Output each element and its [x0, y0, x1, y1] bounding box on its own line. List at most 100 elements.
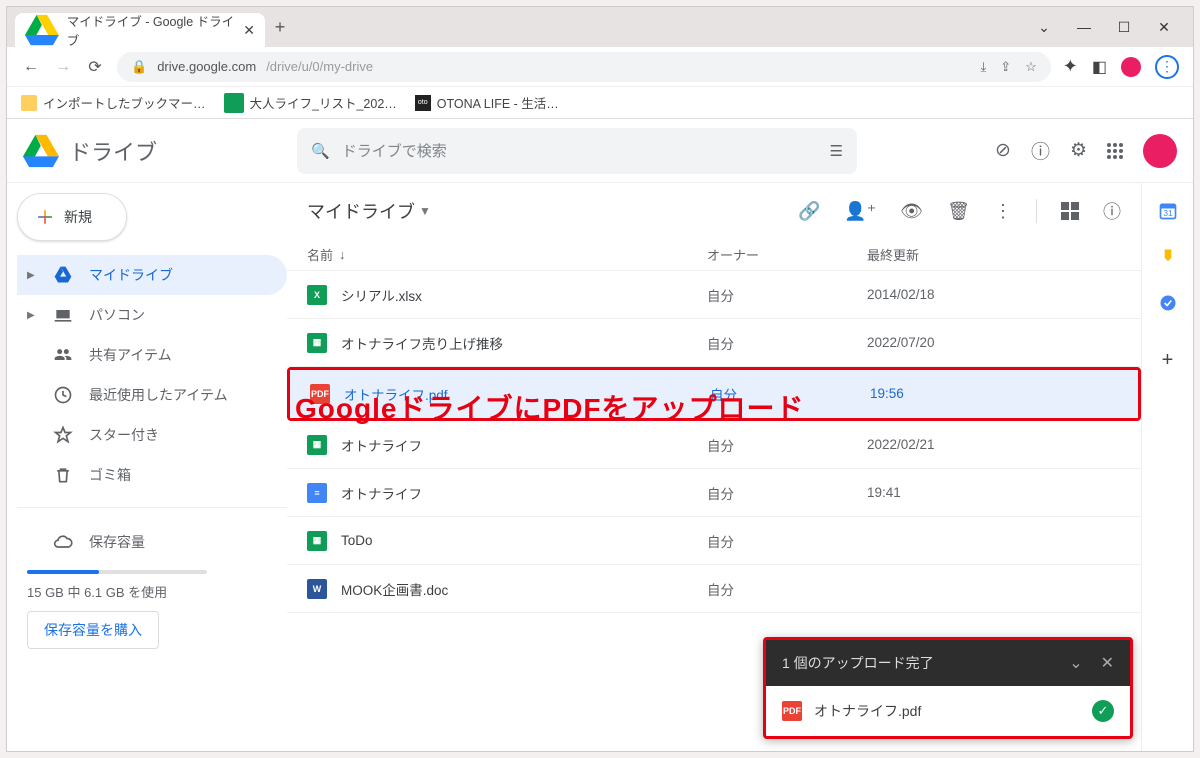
file-name: MOOK企画書.doc: [341, 579, 448, 599]
account-avatar[interactable]: [1143, 134, 1177, 168]
window-close-icon[interactable]: ✕: [1155, 19, 1173, 36]
column-owner[interactable]: オーナー: [707, 245, 867, 264]
new-button[interactable]: 新規: [17, 193, 127, 241]
file-modified: 2014/02/18: [867, 287, 1121, 302]
sidebar-item-storage[interactable]: 保存容量: [27, 522, 287, 562]
tasks-icon[interactable]: [1158, 293, 1178, 313]
tab-close-icon[interactable]: ✕: [243, 22, 255, 39]
calendar-icon[interactable]: 31: [1158, 201, 1178, 221]
upload-toast: 1 個のアップロード完了 ⌄ ✕ PDF オトナライフ.pdf ✓: [763, 637, 1133, 739]
search-placeholder: ドライブで検索: [342, 140, 447, 161]
toast-collapse-icon[interactable]: ⌄: [1069, 653, 1082, 673]
xlsx-icon: X: [307, 285, 327, 305]
reload-button[interactable]: ⟳: [85, 57, 105, 77]
chevron-right-icon[interactable]: ▶: [27, 310, 37, 321]
file-owner: 自分: [707, 333, 867, 353]
file-row[interactable]: ≡オトナライフ自分19:41: [287, 469, 1141, 517]
addons-plus-icon[interactable]: +: [1162, 349, 1174, 372]
file-row[interactable]: ▦オトナライフ売り上げ推移自分2022/07/20: [287, 319, 1141, 367]
storage-section: 保存容量 15 GB 中 6.1 GB を使用 保存容量を購入: [17, 507, 287, 649]
buy-storage-button[interactable]: 保存容量を購入: [27, 611, 159, 649]
file-row[interactable]: WMOOK企画書.doc自分: [287, 565, 1141, 613]
svg-text:31: 31: [1163, 208, 1173, 218]
bookmark-item[interactable]: otoOTONA LIFE - 生活…: [415, 93, 559, 112]
sort-arrow-icon: ↓: [339, 247, 346, 262]
drive-favicon: [25, 12, 59, 48]
ready-offline-icon[interactable]: ⊘: [995, 139, 1011, 162]
lock-icon: 🔒: [131, 59, 147, 75]
file-name: ToDo: [341, 533, 373, 548]
window-minimize-icon[interactable]: —: [1075, 19, 1093, 36]
file-name: シリアル.xlsx: [341, 285, 422, 305]
storage-usage-text: 15 GB 中 6.1 GB を使用: [27, 582, 287, 601]
file-owner: 自分: [707, 483, 867, 503]
site-icon: oto: [415, 95, 431, 111]
column-modified[interactable]: 最終更新: [867, 245, 1121, 264]
window-controls: ⌄ — ☐ ✕: [1035, 19, 1193, 36]
file-modified: 19:56: [870, 386, 1118, 401]
drive-logo-icon: [23, 133, 59, 169]
delete-icon[interactable]: 🗑: [947, 201, 970, 222]
file-owner: 自分: [707, 579, 867, 599]
more-actions-icon[interactable]: ⋮: [994, 201, 1012, 222]
help-icon[interactable]: ⓘ: [1031, 137, 1050, 164]
forward-button: →: [53, 58, 73, 76]
url-host: drive.google.com: [157, 59, 256, 74]
keep-icon[interactable]: [1158, 247, 1178, 267]
sheets-icon: [224, 93, 244, 113]
view-grid-icon[interactable]: [1061, 202, 1079, 220]
upload-toast-header: 1 個のアップロード完了 ⌄ ✕: [766, 640, 1130, 686]
bookmark-item[interactable]: 大人ライフ_リスト_202…: [224, 93, 397, 113]
url-path: /drive/u/0/my-drive: [266, 59, 373, 74]
sidebar-item-starred[interactable]: スター付き: [17, 415, 287, 455]
search-box[interactable]: 🔍 ドライブで検索 ☰: [297, 128, 857, 174]
sidebar-item-mydrive[interactable]: ▶マイドライブ: [17, 255, 287, 295]
upload-toast-title: 1 個のアップロード完了: [782, 653, 934, 673]
pdf-icon: PDF: [782, 701, 802, 721]
upload-toast-item[interactable]: PDF オトナライフ.pdf ✓: [766, 686, 1130, 736]
upload-file-name: オトナライフ.pdf: [814, 701, 921, 721]
file-name: オトナライフ: [341, 435, 422, 455]
sidebar-item-trash[interactable]: ゴミ箱: [17, 455, 287, 495]
details-info-icon[interactable]: ⓘ: [1103, 198, 1121, 224]
install-app-icon[interactable]: ⤓: [980, 59, 986, 75]
extensions-icon[interactable]: ✦: [1063, 56, 1078, 77]
bookmark-star-icon[interactable]: ☆: [1025, 59, 1037, 75]
column-headers: 名前↓ オーナー 最終更新: [287, 239, 1141, 270]
browser-tab[interactable]: マイドライブ - Google ドライブ ✕: [15, 13, 265, 47]
back-button[interactable]: ←: [21, 58, 41, 76]
file-row[interactable]: ▦ToDo自分: [287, 517, 1141, 565]
bookmark-item[interactable]: インポートしたブックマー…: [21, 93, 206, 112]
profile-avatar[interactable]: [1121, 57, 1141, 77]
chrome-menu-button[interactable]: ⋮: [1155, 55, 1179, 79]
new-tab-button[interactable]: +: [265, 17, 295, 38]
apps-grid-icon[interactable]: [1107, 143, 1123, 159]
toast-close-icon[interactable]: ✕: [1101, 653, 1114, 673]
chevron-right-icon[interactable]: ▶: [27, 270, 37, 281]
file-row[interactable]: Xシリアル.xlsx自分2014/02/18: [287, 271, 1141, 319]
window-maximize-icon[interactable]: ☐: [1115, 19, 1133, 36]
window-dropdown-icon[interactable]: ⌄: [1035, 19, 1053, 36]
trash-icon: [53, 465, 73, 485]
search-options-icon[interactable]: ☰: [830, 142, 843, 160]
browser-titlebar: マイドライブ - Google ドライブ ✕ + ⌄ — ☐ ✕: [7, 7, 1193, 47]
sidebar-item-recent[interactable]: 最近使用したアイテム: [17, 375, 287, 415]
sidebar-item-shared[interactable]: 共有アイテム: [17, 335, 287, 375]
share-icon[interactable]: ⇪: [1000, 59, 1011, 75]
plus-icon: [36, 208, 54, 226]
sidebar-item-computers[interactable]: ▶パソコン: [17, 295, 287, 335]
get-link-icon[interactable]: 🔗: [798, 201, 820, 222]
preview-eye-icon[interactable]: 👁: [900, 201, 923, 222]
file-row[interactable]: ▦オトナライフ自分2022/02/21: [287, 421, 1141, 469]
share-person-icon[interactable]: 👤⁺: [844, 201, 876, 222]
search-icon: 🔍: [311, 142, 330, 160]
breadcrumb[interactable]: マイドライブ▼: [307, 198, 431, 224]
file-name: オトナライフ売り上げ推移: [341, 333, 503, 353]
sidepanel-icon[interactable]: ◧: [1092, 57, 1107, 77]
column-name[interactable]: 名前↓: [307, 245, 707, 264]
side-rail: 31 +: [1141, 183, 1193, 751]
tab-title: マイドライブ - Google ドライブ: [67, 11, 236, 49]
address-bar[interactable]: 🔒 drive.google.com/drive/u/0/my-drive ⤓ …: [117, 52, 1051, 82]
settings-gear-icon[interactable]: ⚙: [1070, 139, 1087, 162]
drive-logo[interactable]: ドライブ: [23, 133, 283, 169]
